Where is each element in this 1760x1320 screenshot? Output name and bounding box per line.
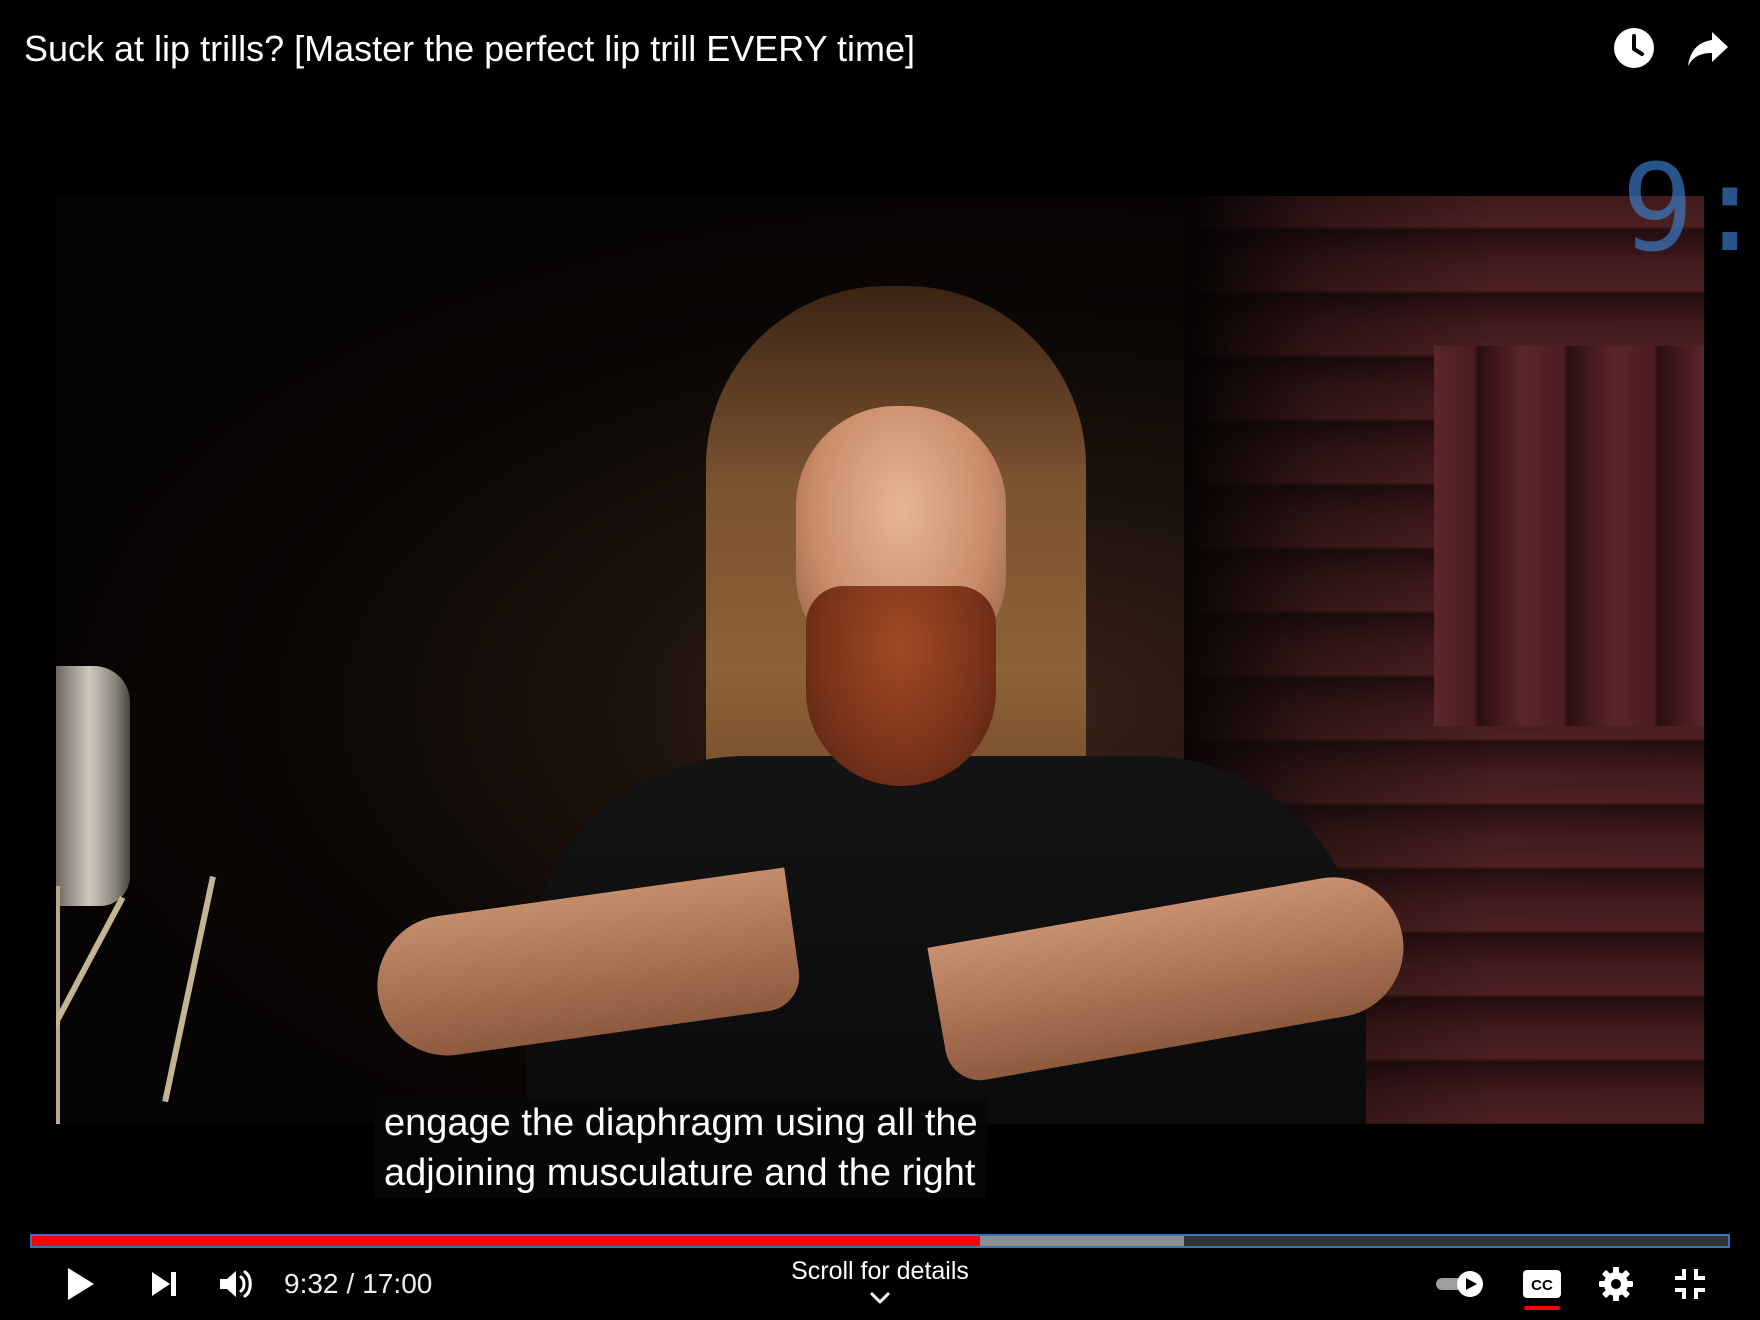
subtitles-active-indicator <box>1524 1306 1560 1310</box>
duration: 17:00 <box>362 1268 433 1299</box>
video-title[interactable]: Suck at lip trills? [Master the perfect … <box>24 24 915 74</box>
video-player[interactable]: 9: Suck at lip trills? [Master the perfe… <box>0 0 1760 1320</box>
current-time: 9:32 <box>284 1268 339 1299</box>
caption-line: adjoining musculature and the right <box>374 1148 986 1198</box>
clock-icon <box>1614 28 1654 68</box>
captions-window[interactable]: engage the diaphragm using all the adjoi… <box>374 1098 988 1198</box>
time-separator: / <box>346 1268 355 1299</box>
next-icon <box>152 1272 176 1296</box>
play-icon <box>68 1268 94 1300</box>
progress-played <box>32 1236 980 1246</box>
scroll-for-details[interactable]: Scroll for details <box>760 1256 1000 1306</box>
watch-later-button[interactable] <box>1610 24 1658 72</box>
svg-text:CC: CC <box>1531 1277 1553 1294</box>
microphone <box>56 666 136 1124</box>
exit-fullscreen-icon <box>1675 1269 1705 1299</box>
volume-button[interactable] <box>210 1258 262 1310</box>
next-button[interactable] <box>138 1258 190 1310</box>
settings-button[interactable] <box>1590 1258 1642 1310</box>
scroll-hint-label: Scroll for details <box>791 1257 969 1285</box>
exit-fullscreen-button[interactable] <box>1664 1258 1716 1310</box>
caption-line: engage the diaphragm using all the <box>374 1098 988 1148</box>
autoplay-toggle-icon <box>1436 1271 1483 1297</box>
cc-icon: CC <box>1523 1270 1561 1298</box>
presenter <box>368 286 1415 1124</box>
volume-icon <box>220 1270 252 1298</box>
chevron-down-icon <box>870 1292 890 1304</box>
play-button[interactable] <box>54 1258 106 1310</box>
share-button[interactable] <box>1684 24 1732 72</box>
time-display: 9:32/17:00 <box>284 1264 432 1304</box>
acoustic-foam-panel <box>1434 346 1704 726</box>
video-overlay-digit: 9: <box>1621 140 1760 279</box>
gear-icon <box>1599 1267 1633 1301</box>
autoplay-toggle[interactable] <box>1430 1258 1490 1310</box>
share-arrow-icon <box>1688 32 1728 66</box>
progress-bar[interactable] <box>30 1234 1730 1248</box>
subtitles-button[interactable]: CC <box>1516 1258 1568 1310</box>
video-frame[interactable] <box>56 196 1704 1124</box>
